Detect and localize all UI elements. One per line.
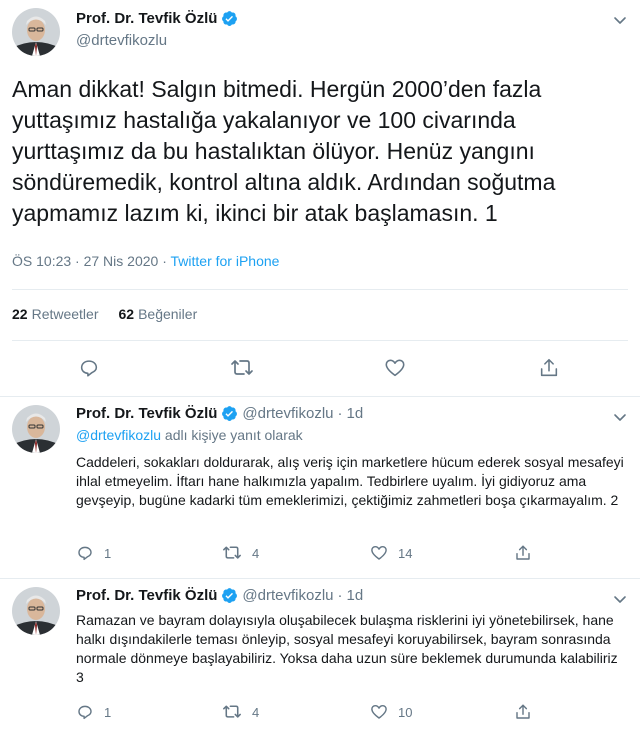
reply-button[interactable]	[78, 357, 100, 379]
chevron-down-icon[interactable]	[612, 591, 628, 607]
chevron-down-icon[interactable]	[612, 12, 628, 28]
likes-count: 62	[118, 306, 135, 322]
author-handle[interactable]: @drtevfikozlu	[76, 32, 167, 49]
retweet-count: 4	[252, 704, 260, 720]
author-name[interactable]: Prof. Dr. Tevfik Özlü	[76, 10, 238, 27]
retweet-icon	[231, 360, 253, 375]
retweet-button[interactable]	[230, 357, 254, 379]
divider	[12, 289, 628, 290]
retweet-icon	[223, 546, 241, 559]
engagement-stats: 22 Retweetler 62 Beğeniler	[12, 306, 197, 322]
retweet-button[interactable]: 4	[222, 703, 259, 721]
like-icon	[385, 359, 405, 377]
reply-count: 1	[104, 545, 112, 561]
author-name[interactable]: Prof. Dr. Tevfik Özlü	[76, 587, 217, 604]
share-icon	[516, 704, 530, 719]
author-handle[interactable]: @drtevfikozlu	[242, 405, 333, 422]
tweet-timestamp[interactable]: ÖS 10:23 · 27 Nis 2020 ·	[12, 253, 167, 269]
reply-time[interactable]: 1d	[347, 405, 364, 422]
like-icon	[371, 704, 387, 719]
verified-badge-icon	[221, 587, 238, 604]
retweet-button[interactable]: 4	[222, 544, 259, 562]
retweet-count: 4	[252, 545, 260, 561]
retweets-count: 22	[12, 306, 28, 322]
like-icon	[371, 545, 387, 560]
replying-to-label: adlı kişiye yanıt olarak	[164, 427, 303, 443]
chevron-down-icon[interactable]	[612, 409, 628, 425]
share-button[interactable]	[538, 357, 560, 379]
avatar[interactable]	[12, 587, 60, 635]
like-button[interactable]: 10	[370, 703, 412, 721]
reply-button[interactable]: 1	[76, 703, 111, 721]
retweets-stat[interactable]: 22 Retweetler	[12, 306, 99, 322]
author-name-text[interactable]: Prof. Dr. Tevfik Özlü	[76, 10, 217, 27]
likes-label: Beğeniler	[138, 306, 198, 322]
separator-dot: ·	[337, 405, 343, 422]
reply-icon	[80, 360, 98, 377]
likes-stat[interactable]: 62 Beğeniler	[119, 306, 198, 322]
tweet-actions	[0, 354, 640, 384]
reply-count: 1	[104, 704, 112, 720]
share-button[interactable]	[514, 703, 532, 721]
reply-text: Caddeleri, sokakları doldurarak, alış ve…	[76, 454, 624, 508]
replying-to: @drtevfikozlu adlı kişiye yanıt olarak	[76, 427, 303, 443]
like-count: 14	[398, 545, 413, 561]
like-button[interactable]	[384, 357, 406, 379]
divider	[12, 340, 628, 341]
retweet-icon	[223, 705, 241, 718]
reply-tweet[interactable]: Prof. Dr. Tevfik Özlü @drtevfikozlu · 1d…	[0, 397, 640, 578]
separator-dot: ·	[337, 587, 343, 604]
mention-link[interactable]: @drtevfikozlu	[76, 427, 161, 443]
avatar[interactable]	[12, 8, 60, 56]
verified-badge-icon	[221, 405, 238, 422]
like-count: 10	[398, 704, 413, 720]
tweet-meta: ÖS 10:23 · 27 Nis 2020 · Twitter for iPh…	[12, 253, 279, 269]
reply-button[interactable]: 1	[76, 544, 111, 562]
main-tweet: Prof. Dr. Tevfik Özlü @drtevfikozlu Aman…	[0, 0, 640, 396]
share-icon	[540, 358, 558, 377]
author-name[interactable]: Prof. Dr. Tevfik Özlü	[76, 405, 217, 422]
tweet-source[interactable]: Twitter for iPhone	[171, 253, 280, 269]
reply-text: Ramazan ve bayram dolayısıyla oluşabilec…	[76, 612, 618, 685]
share-icon	[516, 545, 530, 560]
tweet-text: Aman dikkat! Salgın bitmedi. Hergün 2000…	[12, 76, 556, 226]
reply-time[interactable]: 1d	[347, 587, 364, 604]
reply-header: Prof. Dr. Tevfik Özlü @drtevfikozlu · 1d	[76, 405, 363, 422]
avatar[interactable]	[12, 405, 60, 453]
reply-header: Prof. Dr. Tevfik Özlü @drtevfikozlu · 1d	[76, 587, 363, 604]
reply-icon	[78, 546, 92, 561]
retweets-label: Retweetler	[31, 306, 99, 322]
verified-badge-icon	[221, 10, 238, 27]
like-button[interactable]: 14	[370, 544, 412, 562]
author-handle[interactable]: @drtevfikozlu	[242, 587, 333, 604]
share-button[interactable]	[514, 544, 532, 562]
reply-icon	[78, 705, 92, 720]
reply-tweet[interactable]: Prof. Dr. Tevfik Özlü @drtevfikozlu · 1d…	[0, 579, 640, 729]
